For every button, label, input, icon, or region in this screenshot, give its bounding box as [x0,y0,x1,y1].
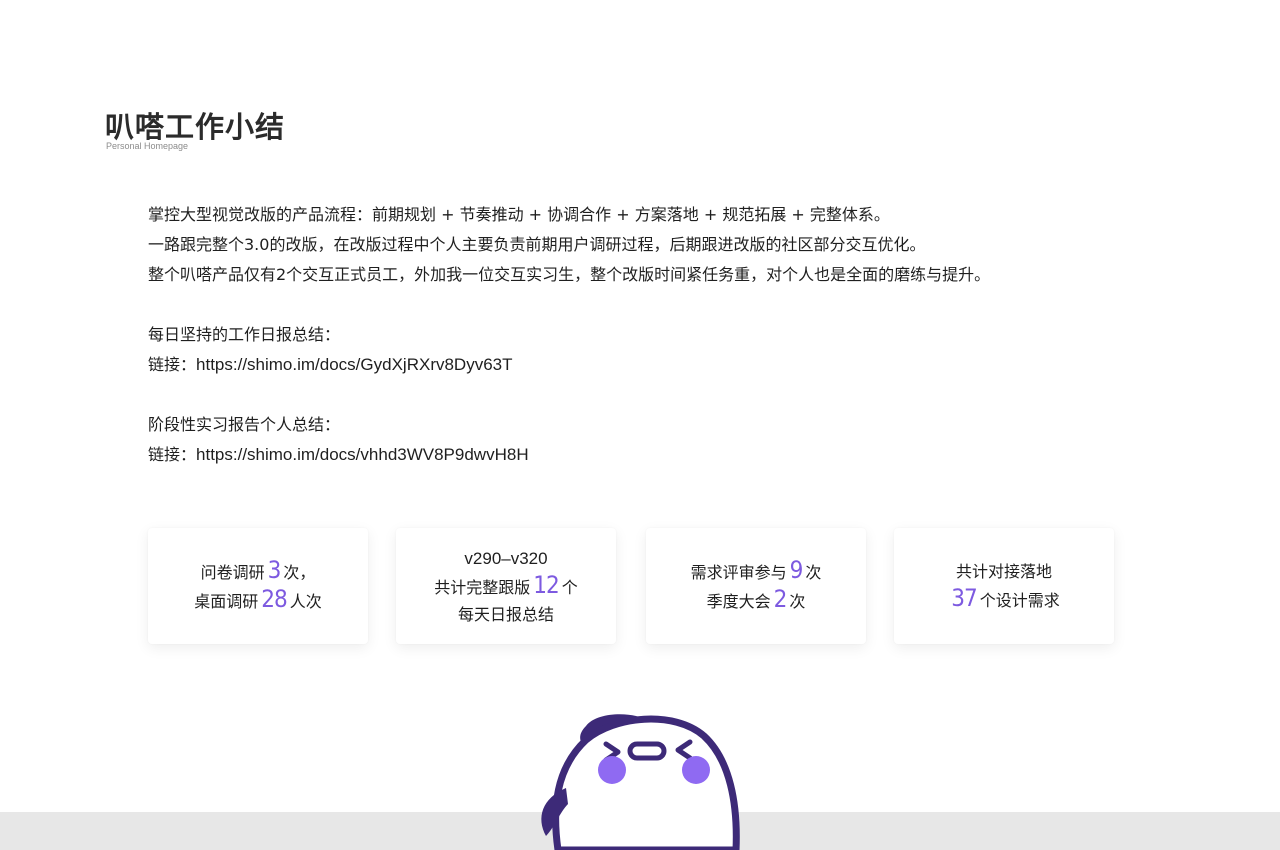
link-prefix: 链接： [148,355,197,374]
stat-card-versions: v290–v320 共计完整跟版 12 个 每天日报总结 [396,528,616,644]
stat-text: 个设计需求 [979,591,1060,610]
stat-text: 人次 [289,592,322,611]
daily-summary-link[interactable]: https://shimo.im/docs/GydXjRXrv8Dyv63T [196,355,512,374]
stat-number: 28 [261,585,287,613]
stat-number: 9 [789,556,804,584]
stat-text: 次 [789,592,806,611]
stat-row: 季度大会 2 次 [707,586,806,615]
stat-number: 37 [951,584,977,612]
stat-text: 问卷调研 [200,563,265,582]
page-title: 叭嗒工作小结 [105,110,286,144]
intern-report-link[interactable]: https://shimo.im/docs/vhhd3WV8P9dwvH8H [196,445,529,464]
stat-text: 次， [283,563,316,582]
stat-number: 3 [267,556,282,584]
stat-text: 季度大会 [706,592,771,611]
stat-card-reviews: 需求评审参与 9 次 季度大会 2 次 [646,528,866,644]
daily-summary-link-row: 链接：https://shimo.im/docs/GydXjRXrv8Dyv63… [148,350,1168,380]
stat-row: 问卷调研 3 次， [201,557,316,586]
stat-version-range: v290–v320 [464,548,548,568]
intro-line-1: 掌控大型视觉改版的产品流程：前期规划 + 节奏推动 + 协调合作 + 方案落地 … [148,205,890,224]
stat-row: 需求评审参与 9 次 [691,557,822,586]
stat-text: 共计完整跟版 [434,577,531,597]
stat-row: 共计完整跟版 12 个 [434,570,578,601]
stat-text: 次 [805,563,822,582]
stat-text: 个 [561,577,578,597]
daily-summary-label: 每日坚持的工作日报总结： [148,325,341,344]
stat-card-research: 问卷调研 3 次， 桌面调研 28 人次 [148,528,368,644]
intern-report-label: 阶段性实习报告个人总结： [148,415,341,434]
stat-number: 2 [773,585,788,613]
mascot-body [552,715,740,850]
stat-row: 37 个设计需求 [948,585,1059,614]
intro-line-3: 整个叭嗒产品仅有2个交互正式员工，外加我一位交互实习生，整个改版时间紧任务重，对… [148,265,991,284]
intro-section: 掌控大型视觉改版的产品流程：前期规划 + 节奏推动 + 协调合作 + 方案落地 … [148,200,1168,470]
stat-text: 桌面调研 [194,592,259,611]
page-subtitle: Personal Homepage [106,141,189,151]
stat-row: 桌面调研 28 人次 [194,586,322,615]
stat-text: 需求评审参与 [690,563,787,582]
stat-row: 共计对接落地 [955,562,1052,581]
intern-report-link-row: 链接：https://shimo.im/docs/vhhd3WV8P9dwvH8… [148,440,1168,470]
mascot-cheek-right [682,756,710,784]
penguin-mascot-icon [541,714,740,850]
mascot-cheek-left [598,756,626,784]
link-prefix: 链接： [148,445,197,464]
stat-row: 每天日报总结 [457,604,554,624]
mascot-visor [627,741,667,761]
stat-number: 12 [533,570,559,599]
intro-line-2: 一路跟完整个3.0的改版，在改版过程中个人主要负责前期用户调研过程，后期跟进改版… [148,235,926,254]
page: 叭嗒工作小结 Personal Homepage 掌控大型视觉改版的产品流程：前… [0,0,1280,850]
stat-card-requirements: 共计对接落地 37 个设计需求 [894,528,1114,644]
stats-cards: 问卷调研 3 次， 桌面调研 28 人次 v290–v320 共计完整跟版 12 个 每天日… [148,528,1116,644]
